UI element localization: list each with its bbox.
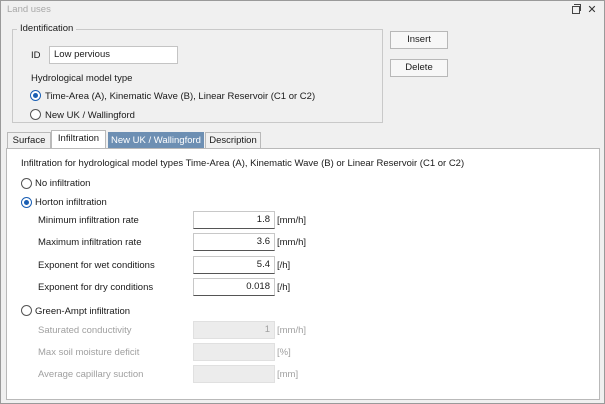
restore-icon[interactable] [569,3,583,17]
max-soil-moisture-deficit-label: Max soil moisture deficit [38,347,140,358]
no-infiltration-radio[interactable] [21,178,32,189]
insert-button[interactable]: Insert [390,31,448,49]
window-title: Land uses [7,4,51,15]
exponent-wet-label: Exponent for wet conditions [38,260,155,271]
close-icon[interactable]: ✕ [585,3,599,17]
average-capillary-suction-unit: [mm] [277,369,299,380]
horton-infiltration-radio[interactable] [21,197,32,208]
land-uses-window: Land uses ✕ Identification ID Low pervio… [0,0,605,404]
no-infiltration-label: No infiltration [35,178,91,189]
max-soil-moisture-deficit-unit: [%] [277,347,291,358]
max-infiltration-rate-label: Maximum infiltration rate [38,237,142,248]
max-infiltration-rate-input[interactable]: 3.6 [193,233,275,251]
average-capillary-suction-label: Average capillary suction [38,369,144,380]
green-ampt-label: Green-Ampt infiltration [35,306,131,317]
exponent-dry-unit: [/h] [277,282,291,293]
model-type-label: Hydrological model type [31,73,133,84]
id-field[interactable]: Low pervious [49,46,178,64]
exponent-wet-unit: [/h] [277,260,291,271]
model-option-time-area-radio[interactable] [30,90,41,101]
saturated-conductivity-input[interactable]: 1 [193,321,275,339]
tab-description[interactable]: Description [205,132,261,148]
average-capillary-suction-input[interactable] [193,365,275,383]
green-ampt-radio[interactable] [21,305,32,316]
max-soil-moisture-deficit-input[interactable] [193,343,275,361]
title-bar: Land uses ✕ [1,1,604,19]
tab-surface[interactable]: Surface [7,132,51,148]
tab-infiltration[interactable]: Infiltration [51,130,106,149]
horton-infiltration-label: Horton infiltration [35,197,107,208]
delete-button[interactable]: Delete [390,59,448,77]
exponent-dry-input[interactable]: 0.018 [193,278,275,296]
model-option-time-area-label: Time-Area (A), Kinematic Wave (B), Linea… [45,91,316,102]
max-infiltration-rate-unit: [mm/h] [277,237,307,248]
infiltration-panel: Infiltration for hydrological model type… [6,148,600,400]
min-infiltration-rate-unit: [mm/h] [277,215,307,226]
infiltration-heading: Infiltration for hydrological model type… [21,158,465,169]
saturated-conductivity-unit: [mm/h] [277,325,307,336]
min-infiltration-rate-input[interactable]: 1.8 [193,211,275,229]
id-label: ID [31,50,41,61]
model-option-wallingford-radio[interactable] [30,109,41,120]
exponent-wet-input[interactable]: 5.4 [193,256,275,274]
tab-new-uk-wallingford[interactable]: New UK / Wallingford [108,132,204,148]
min-infiltration-rate-label: Minimum infiltration rate [38,215,139,226]
exponent-dry-label: Exponent for dry conditions [38,282,154,293]
model-option-wallingford-label: New UK / Wallingford [45,110,135,121]
identification-legend: Identification [17,23,77,34]
saturated-conductivity-label: Saturated conductivity [38,325,132,336]
